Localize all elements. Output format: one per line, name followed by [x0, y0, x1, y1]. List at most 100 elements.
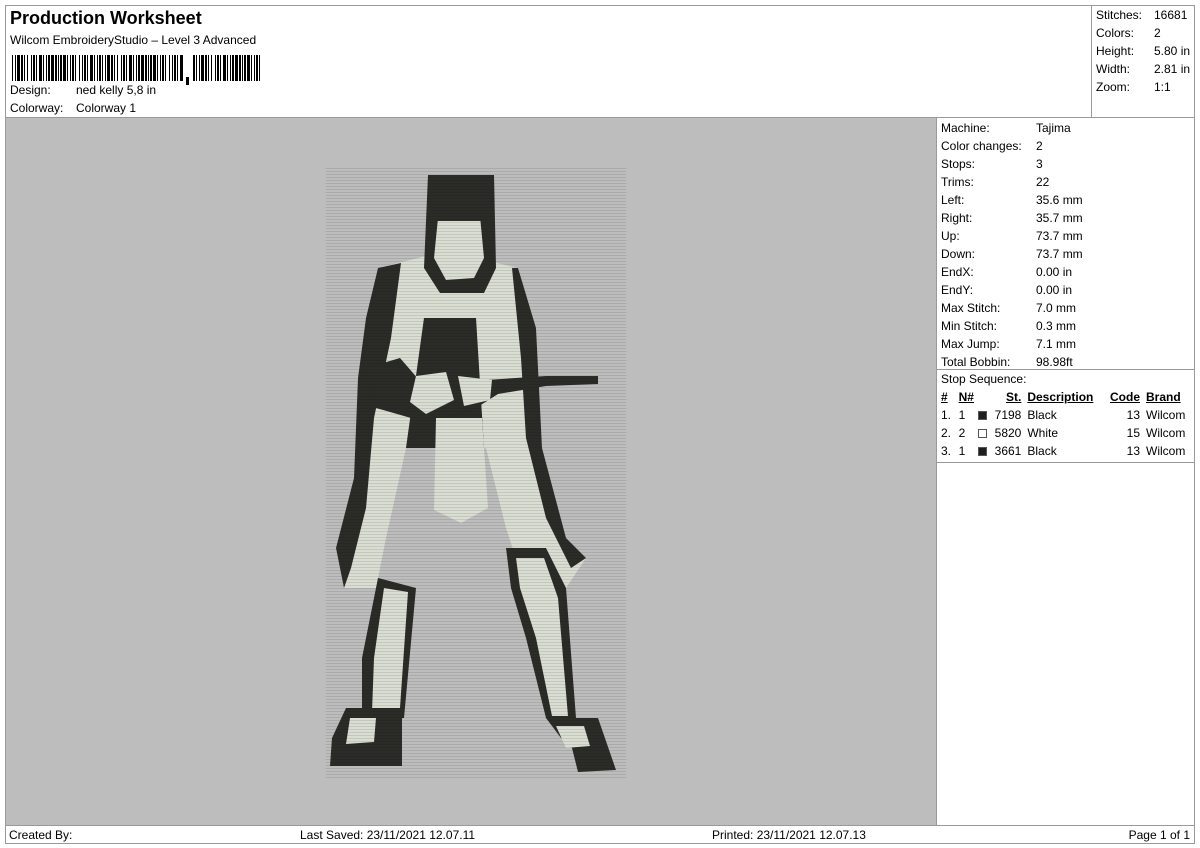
stop-sequence-panel: Stop Sequence: # N# St. Description Code…: [936, 369, 1195, 463]
machine-info-row: Left: 35.6 mm: [937, 191, 1194, 209]
color-swatch: [978, 446, 988, 456]
col-brand: Brand: [1146, 390, 1181, 404]
machine-info-label: Trims:: [941, 175, 974, 189]
stop-row: 1. 1 7198 Black 13 Wilcom: [937, 406, 1194, 424]
machine-info-row: Machine: Tajima: [937, 119, 1194, 137]
worksheet-footer: Created By: Last Saved: 23/11/2021 12.07…: [5, 825, 1195, 844]
created-by: Created By:: [9, 828, 73, 842]
worksheet-title: Production Worksheet: [10, 8, 202, 28]
stop-needle: 1: [958, 408, 966, 422]
colorway-value: Colorway 1: [76, 101, 137, 115]
machine-info-label: Max Stitch:: [941, 301, 1001, 315]
machine-info-label: Right:: [941, 211, 973, 225]
stop-sequence-header: # N# St. Description Code Brand: [937, 388, 1194, 406]
summary-value: 16681: [1154, 8, 1188, 22]
machine-info-row: Stops: 3: [937, 155, 1194, 173]
summary-row: Colors: 2: [1092, 24, 1194, 42]
stop-stitches: 3661: [994, 444, 1022, 458]
machine-info-label: Down:: [941, 247, 976, 261]
summary-value: 2: [1154, 26, 1161, 40]
colorway-label: Colorway:: [10, 101, 64, 115]
machine-info-row: Down: 73.7 mm: [937, 245, 1194, 263]
stop-index: 1.: [941, 408, 952, 422]
machine-info-label: EndX:: [941, 265, 974, 279]
machine-info-label: Stops:: [941, 157, 976, 171]
machine-info-value: Tajima: [1036, 121, 1071, 135]
stop-sequence-title: Stop Sequence:: [941, 372, 1027, 386]
machine-info-value: 0.00 in: [1036, 283, 1073, 297]
machine-info-value: 35.7 mm: [1036, 211, 1083, 225]
col-stitches: St.: [1006, 390, 1022, 404]
empty-panel: [936, 462, 1195, 826]
summary-label: Stitches:: [1096, 8, 1143, 22]
stop-description: Black: [1027, 444, 1057, 458]
machine-info-label: Up:: [941, 229, 960, 243]
machine-info-row: Color changes: 2: [937, 137, 1194, 155]
color-swatch: [978, 428, 988, 438]
summary-value: 5.80 in: [1154, 44, 1191, 58]
stop-index: 3.: [941, 444, 952, 458]
stop-brand: Wilcom: [1146, 444, 1186, 458]
machine-info-value: 73.7 mm: [1036, 247, 1083, 261]
printed-date: Printed: 23/11/2021 12.07.13: [712, 828, 866, 842]
stop-row: 3. 1 3661 Black 13 Wilcom: [937, 442, 1194, 460]
machine-info-value: 0.3 mm: [1036, 319, 1077, 333]
machine-info-value: 7.1 mm: [1036, 337, 1077, 351]
stop-stitches: 5820: [994, 426, 1022, 440]
design-summary: Stitches: 16681 Colors: 2 Height: 5.80 in Widt…: [1091, 5, 1195, 118]
color-swatch: [978, 410, 988, 420]
machine-info-label: Left:: [941, 193, 965, 207]
col-needle: N#: [958, 390, 974, 404]
machine-info-row: Right: 35.7 mm: [937, 209, 1194, 227]
design-label: Design:: [10, 83, 51, 97]
summary-row: Stitches: 16681: [1092, 6, 1194, 24]
page-number: Page 1 of 1: [1128, 828, 1190, 842]
machine-info-label: Min Stitch:: [941, 319, 998, 333]
summary-row: Zoom: 1:1: [1092, 78, 1194, 96]
machine-info-value: 35.6 mm: [1036, 193, 1083, 207]
machine-info-row: Up: 73.7 mm: [937, 227, 1194, 245]
summary-value: 2.81 in: [1154, 62, 1191, 76]
summary-label: Width:: [1096, 62, 1131, 76]
machine-info-label: Color changes:: [941, 139, 1022, 153]
machine-info-value: 3: [1036, 157, 1043, 171]
summary-row: Width: 2.81 in: [1092, 60, 1194, 78]
machine-info-row: Max Stitch: 7.0 mm: [937, 299, 1194, 317]
stop-code: 13: [1126, 444, 1140, 458]
colorway-row: Colorway: Colorway 1: [10, 101, 136, 115]
stop-code: 13: [1126, 408, 1140, 422]
stop-brand: Wilcom: [1146, 426, 1186, 440]
stop-description: White: [1027, 426, 1059, 440]
last-saved: Last Saved: 23/11/2021 12.07.11: [300, 828, 476, 842]
stop-needle: 1: [958, 444, 966, 458]
barcode: [12, 55, 260, 85]
machine-info-value: 2: [1036, 139, 1043, 153]
design-value: ned kelly 5,8 in: [76, 83, 157, 97]
summary-label: Height:: [1096, 44, 1135, 58]
machine-info-label: Machine:: [941, 121, 990, 135]
machine-info-value: 22: [1036, 175, 1050, 189]
worksheet-header: Production Worksheet Wilcom EmbroiderySt…: [5, 5, 1092, 118]
summary-label: Colors:: [1096, 26, 1135, 40]
machine-info-row: EndX: 0.00 in: [937, 263, 1194, 281]
software-name: Wilcom EmbroideryStudio – Level 3 Advanc…: [10, 33, 257, 47]
machine-info-value: 73.7 mm: [1036, 229, 1083, 243]
machine-info-value: 0.00 in: [1036, 265, 1073, 279]
design-row: Design: ned kelly 5,8 in: [10, 83, 156, 97]
col-index: #: [941, 390, 948, 404]
stop-code: 15: [1126, 426, 1140, 440]
col-code: Code: [1110, 390, 1140, 404]
machine-info-label: EndY:: [941, 283, 974, 297]
stop-needle: 2: [958, 426, 966, 440]
summary-value: 1:1: [1154, 80, 1171, 94]
machine-info-row: Trims: 22: [937, 173, 1194, 191]
machine-info-label: Max Jump:: [941, 337, 1000, 351]
col-description: Description: [1027, 390, 1094, 404]
stop-brand: Wilcom: [1146, 408, 1186, 422]
machine-info-row: EndY: 0.00 in: [937, 281, 1194, 299]
summary-row: Height: 5.80 in: [1092, 42, 1194, 60]
machine-info-panel: Machine: Tajima Color changes: 2 Stops: 3 Trim…: [936, 117, 1195, 370]
stop-index: 2.: [941, 426, 952, 440]
stop-row: 2. 2 5820 White 15 Wilcom: [937, 424, 1194, 442]
stop-description: Black: [1027, 408, 1057, 422]
